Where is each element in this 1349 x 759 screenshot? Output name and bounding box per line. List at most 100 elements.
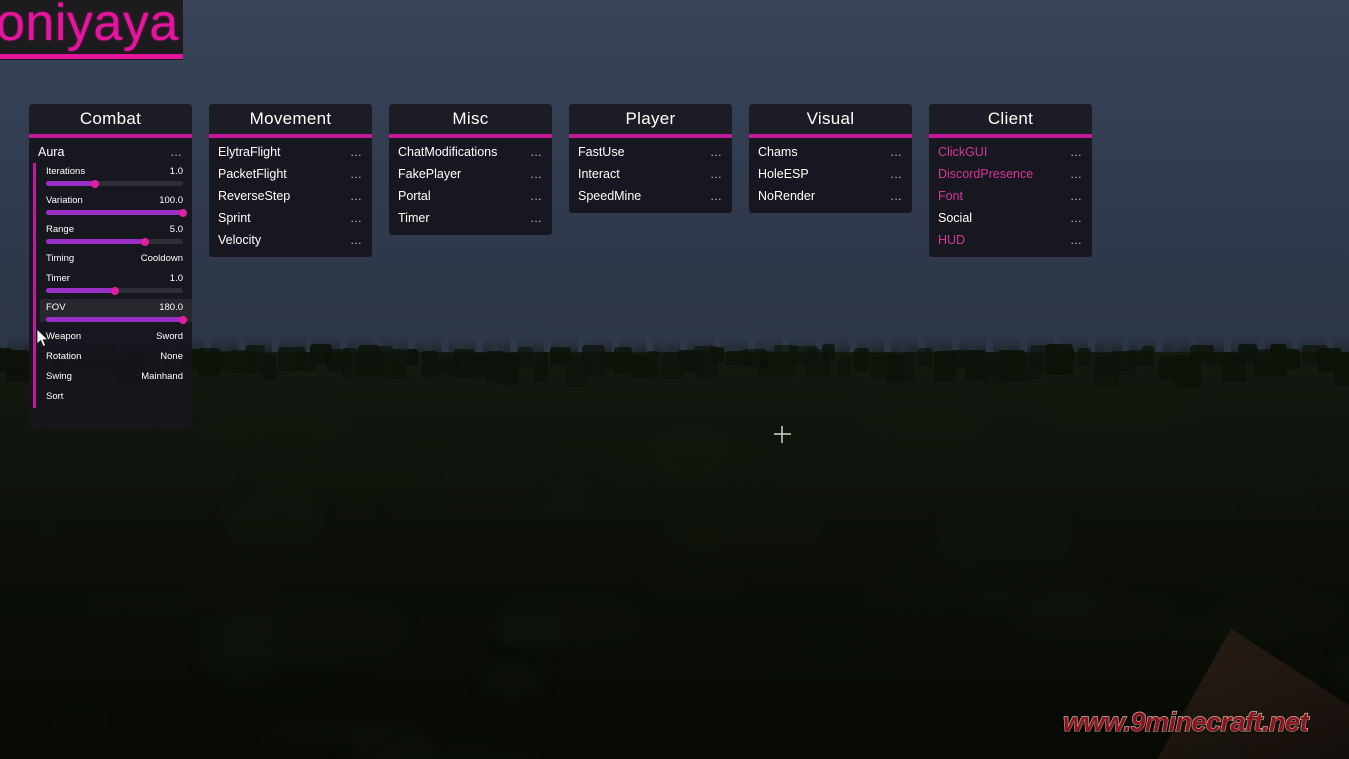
module-settings-aura: Iterations 1.0 Variation 100.0 Range 5.0 Timin… [33,163,192,408]
slider-knob[interactable] [91,179,100,188]
terrain-blob [969,575,1104,618]
slider-timer[interactable] [46,286,183,295]
panel-title-movement[interactable]: Movement [209,104,372,134]
setting-label: Timing [46,253,75,264]
module-settings-toggle[interactable]: ... [530,212,542,224]
module-label: ElytraFlight [218,145,281,159]
panel-title-misc[interactable]: Misc [389,104,552,134]
panel-title-player[interactable]: Player [569,104,732,134]
module-discordpresence[interactable]: DiscordPresence... [929,163,1092,185]
game-screen: oniyaya Combat Aura... Iterations 1.0 Variat… [0,0,1349,759]
panel-player[interactable]: Player FastUse... Interact... SpeedMine... [569,104,732,213]
module-settings-toggle[interactable]: ... [710,146,722,158]
panel-title-client[interactable]: Client [929,104,1092,134]
module-fastuse[interactable]: FastUse... [569,141,732,163]
module-norender[interactable]: NoRender... [749,185,912,207]
setting-swing[interactable]: Swing Mainhand [40,368,192,388]
setting-value: Cooldown [140,253,183,264]
module-portal[interactable]: Portal... [389,185,552,207]
terrain-blob [754,418,829,440]
tree-canopy [406,349,419,366]
terrain-blob [480,663,543,698]
module-label: NoRender [758,189,815,203]
slider-fill [46,181,96,186]
module-interact[interactable]: Interact... [569,163,732,185]
module-velocity[interactable]: Velocity... [209,229,372,251]
module-font[interactable]: Font... [929,185,1092,207]
slider-knob[interactable] [179,315,187,324]
slider-range[interactable] [46,237,183,246]
module-settings-toggle[interactable]: ... [350,168,362,180]
setting-variation[interactable]: Variation 100.0 [40,192,192,217]
module-timer[interactable]: Timer... [389,207,552,229]
tree-canopy [710,346,724,362]
module-elytraflight[interactable]: ElytraFlight... [209,141,372,163]
module-sprint[interactable]: Sprint... [209,207,372,229]
crosshair-icon [774,426,791,443]
module-settings-toggle[interactable]: ... [530,146,542,158]
terrain-blob [49,705,113,738]
setting-range[interactable]: Range 5.0 [40,221,192,246]
setting-value: 180.0 [159,302,183,313]
module-settings-toggle[interactable]: ... [1070,146,1082,158]
module-aura[interactable]: Aura... [29,141,192,163]
tree-canopy [262,354,276,381]
slider-fov[interactable] [46,315,187,324]
terrain-blob [681,504,823,569]
slider-knob[interactable] [110,286,119,295]
terrain-blob [1209,589,1347,645]
client-logo: oniyaya [0,0,179,52]
panel-movement[interactable]: Movement ElytraFlight... PacketFlight... Re… [209,104,372,257]
module-settings-toggle[interactable]: ... [350,234,362,246]
tree-canopy [422,350,439,377]
module-settings-toggle[interactable]: ... [710,190,722,202]
module-settings-toggle[interactable]: ... [1070,234,1082,246]
module-settings-toggle[interactable]: ... [350,212,362,224]
slider-knob[interactable] [140,237,149,246]
module-settings-toggle[interactable]: ... [170,146,182,158]
module-label: DiscordPresence [938,167,1034,181]
module-hud[interactable]: HUD... [929,229,1092,251]
module-settings-toggle[interactable]: ... [710,168,722,180]
tree-canopy [1062,349,1075,366]
module-settings-toggle[interactable]: ... [1070,190,1082,202]
setting-weapon[interactable]: Weapon Sword [40,328,192,348]
setting-timing[interactable]: Timing Cooldown [40,250,192,270]
module-clickgui[interactable]: ClickGUI... [929,141,1092,163]
panel-visual[interactable]: Visual Chams... HoleESP... NoRender... [749,104,912,213]
module-chatmodifications[interactable]: ChatModifications... [389,141,552,163]
module-settings-toggle[interactable]: ... [350,190,362,202]
module-holeesp[interactable]: HoleESP... [749,163,912,185]
module-settings-toggle[interactable]: ... [530,168,542,180]
module-settings-toggle[interactable]: ... [890,146,902,158]
module-reversestep[interactable]: ReverseStep... [209,185,372,207]
module-settings-toggle[interactable]: ... [350,146,362,158]
module-fakeplayer[interactable]: FakePlayer... [389,163,552,185]
panel-title-visual[interactable]: Visual [749,104,912,134]
site-watermark: www.9minecraft.net [1062,706,1309,737]
panel-client[interactable]: Client ClickGUI... DiscordPresence... Font.… [929,104,1092,257]
setting-fov[interactable]: FOV 180.0 [40,299,192,324]
setting-rotation[interactable]: Rotation None [40,348,192,368]
setting-label: Sort [46,391,64,402]
module-settings-toggle[interactable]: ... [530,190,542,202]
setting-sort[interactable]: Sort [40,388,192,408]
module-label: ReverseStep [218,189,291,203]
setting-timer[interactable]: Timer 1.0 [40,270,192,295]
slider-iterations[interactable] [46,179,183,188]
module-speedmine[interactable]: SpeedMine... [569,185,732,207]
module-settings-toggle[interactable]: ... [890,190,902,202]
module-chams[interactable]: Chams... [749,141,912,163]
panel-combat[interactable]: Combat Aura... Iterations 1.0 Variation 100.0… [29,104,192,429]
setting-iterations[interactable]: Iterations 1.0 [40,163,192,188]
module-social[interactable]: Social... [929,207,1092,229]
slider-knob[interactable] [179,208,187,217]
module-settings-toggle[interactable]: ... [890,168,902,180]
module-settings-toggle[interactable]: ... [1070,168,1082,180]
panel-misc[interactable]: Misc ChatModifications... FakePlayer... Por… [389,104,552,235]
slider-variation[interactable] [46,208,187,217]
terrain-blob [399,430,473,450]
module-settings-toggle[interactable]: ... [1070,212,1082,224]
panel-title-combat[interactable]: Combat [29,104,192,134]
module-packetflight[interactable]: PacketFlight... [209,163,372,185]
